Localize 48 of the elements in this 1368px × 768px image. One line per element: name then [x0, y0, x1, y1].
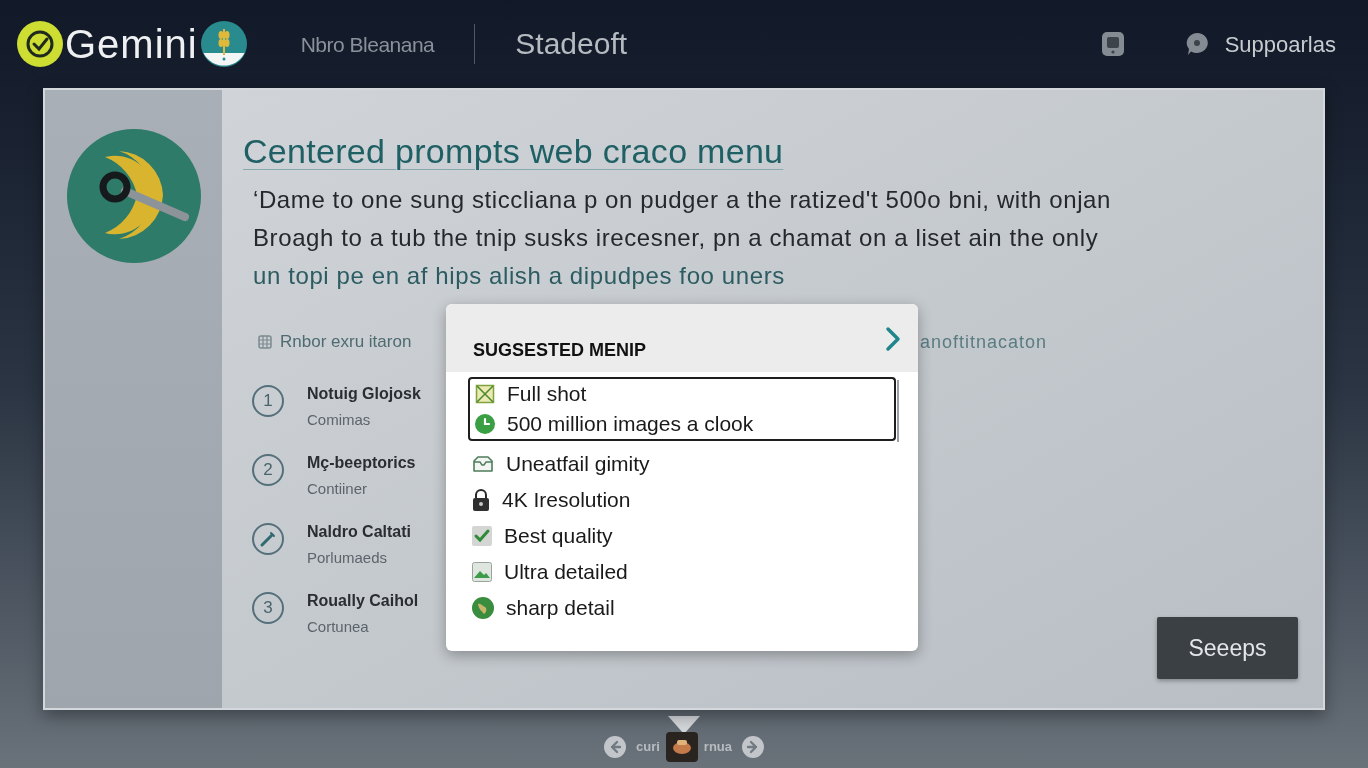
grid-icon — [258, 335, 272, 349]
scrollbar — [897, 380, 899, 442]
chat-icon[interactable] — [1184, 32, 1209, 56]
crescent-magnifier-icon — [67, 129, 201, 263]
description-line: ‘Dame to one sung sticcliana p on pudger a the ratized't 500o bni, with onjan — [253, 185, 1112, 215]
lock-icon — [472, 489, 490, 511]
step-title: Notuig Glojosk — [307, 384, 421, 404]
checkbox-icon — [472, 526, 492, 546]
step-subtitle: Cortunea — [307, 617, 370, 637]
frame-icon — [475, 384, 495, 404]
step-number: 2 — [252, 454, 284, 486]
device-icon[interactable] — [1100, 31, 1125, 57]
step-title: Roually Caihol — [307, 591, 419, 611]
step-number: 3 — [252, 592, 284, 624]
globe-icon — [472, 597, 494, 619]
menu-item[interactable]: 500 million images a clook — [468, 409, 896, 441]
pen-circle-icon — [252, 523, 284, 555]
step-subtitle: Contiiner — [307, 479, 369, 499]
image-icon — [472, 562, 492, 582]
menu-item[interactable]: Ultra detailed — [468, 554, 896, 590]
nav-tab[interactable]: Nbro Bleanana — [300, 33, 435, 55]
brand-name: Gemini — [65, 24, 198, 64]
tray-icon — [472, 455, 494, 473]
step-title: Naldro Caltati — [307, 522, 411, 542]
support-link[interactable]: Suppoarlas — [1224, 27, 1336, 61]
clock-icon — [475, 414, 495, 434]
step-subtitle: Porlumaeds — [307, 548, 389, 568]
menu-item[interactable]: 4K Iresolution — [468, 482, 896, 518]
logo-icon — [17, 21, 63, 67]
pointer-icon — [668, 716, 700, 734]
description-line: un topi pe en af hips alish a dipudpes foo uners — [253, 261, 786, 291]
action-button[interactable]: Seeeps — [1157, 617, 1298, 679]
step-number: 1 — [252, 385, 284, 417]
section-label: anoftitnacaton — [920, 330, 1048, 354]
step-subtitle: Comimas — [307, 410, 372, 430]
plant-badge-icon — [200, 21, 247, 67]
step-title: Mç-beeptorics — [307, 453, 416, 473]
menu-item[interactable]: Uneatfail gimity — [468, 446, 896, 482]
description-line: Broagh to a tub the tnip susks irecesner, pn a chamat on a liset ain the only — [253, 223, 1100, 253]
section-label: Rnbor exru itaron — [280, 331, 412, 354]
menu-item[interactable]: Best quality — [468, 518, 896, 554]
card-title: Centered prompts web craco menu — [243, 131, 784, 171]
menu-title: SUGSESTED MENIP — [473, 339, 647, 362]
nav-tab[interactable]: Stadeoft — [515, 29, 628, 59]
thumbnail-icon[interactable] — [665, 732, 698, 762]
menu-item[interactable]: sharp detail — [468, 590, 896, 626]
menu-item[interactable]: Full shot — [468, 377, 896, 409]
chevron-right-icon[interactable] — [884, 326, 902, 352]
